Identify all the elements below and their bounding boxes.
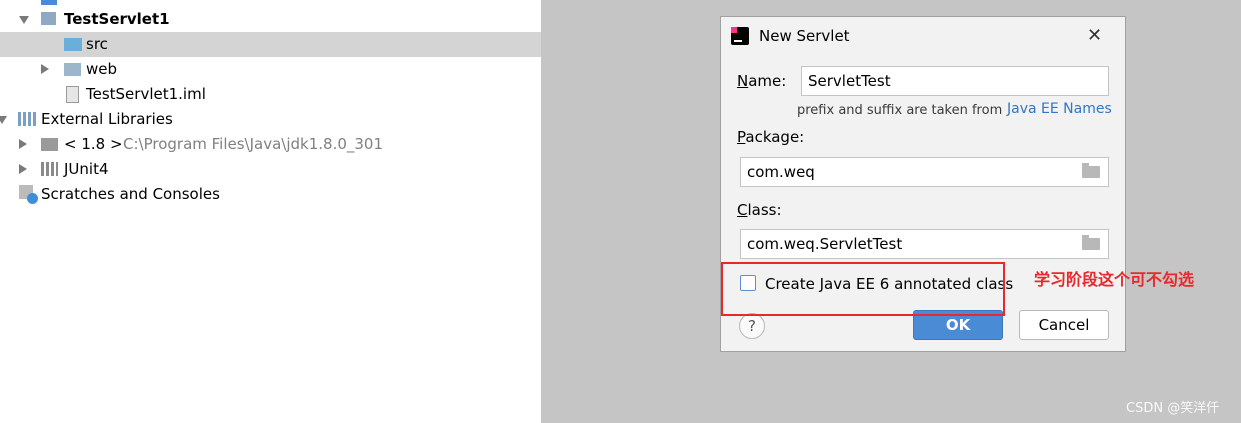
project-tree: TestServlet1 src web TestServlet1.iml Ex… — [0, 0, 541, 423]
tree-item-web[interactable]: web — [0, 57, 541, 82]
file-icon — [66, 86, 79, 103]
collapse-arrow-icon[interactable] — [19, 139, 27, 149]
hint-text: prefix and suffix are taken from — [797, 103, 1003, 118]
collapse-arrow-icon[interactable] — [19, 164, 27, 174]
class-input[interactable]: com.weq.ServletTest — [740, 229, 1109, 259]
tree-item-src[interactable]: src — [0, 32, 541, 57]
tree-item-label: TestServlet1 — [64, 10, 170, 28]
class-label: Class: — [737, 201, 782, 219]
tree-item-label: Scratches and Consoles — [41, 185, 220, 203]
expand-arrow-icon[interactable] — [19, 16, 29, 24]
tree-item-iml[interactable]: TestServlet1.iml — [0, 82, 541, 107]
java-ee-names-link[interactable]: Java EE Names — [1007, 101, 1112, 117]
tree-item-jdk[interactable]: < 1.8 > C:\Program Files\Java\jdk1.8.0_3… — [0, 132, 541, 157]
tree-item-label: < 1.8 > — [64, 135, 123, 153]
intellij-logo-icon — [731, 27, 749, 45]
tree-item-testservlet1[interactable]: TestServlet1 — [0, 7, 541, 32]
watermark: CSDN @笑洋仟 — [1126, 401, 1220, 416]
tree-item-label: External Libraries — [41, 110, 173, 128]
jdk-path: C:\Program Files\Java\jdk1.8.0_301 — [123, 135, 384, 153]
highlight-box — [721, 262, 1005, 316]
tree-item-label: src — [86, 35, 108, 53]
cancel-button[interactable]: Cancel — [1019, 310, 1109, 340]
tree-item-external-libraries[interactable]: External Libraries — [0, 107, 541, 132]
clock-icon — [27, 193, 38, 204]
module-icon-partial — [41, 0, 57, 5]
close-icon[interactable]: ✕ — [1087, 25, 1102, 46]
tree-item-scratches[interactable]: Scratches and Consoles — [0, 182, 541, 207]
web-folder-icon — [64, 63, 81, 76]
name-label: Name: — [737, 72, 787, 90]
help-icon[interactable]: ? — [739, 313, 765, 339]
folder-icon[interactable] — [1082, 235, 1100, 250]
tree-item-label: JUnit4 — [64, 160, 109, 178]
folder-icon[interactable] — [1082, 163, 1100, 178]
collapse-arrow-icon[interactable] — [41, 64, 49, 74]
name-input[interactable]: ServletTest — [801, 66, 1109, 96]
jdk-folder-icon — [41, 138, 58, 151]
library-icon — [41, 162, 58, 176]
libraries-icon — [18, 112, 36, 126]
tree-item-junit4[interactable]: JUnit4 — [0, 157, 541, 182]
package-label: Package: — [737, 128, 805, 146]
module-folder-icon — [41, 12, 56, 25]
source-folder-icon — [64, 38, 82, 51]
tree-item-label: web — [86, 60, 118, 78]
annotation-text: 学习阶段这个可不勾选 — [1034, 270, 1195, 289]
package-input[interactable]: com.weq — [740, 157, 1109, 187]
dialog-title: New Servlet — [759, 27, 850, 45]
tree-item-label: TestServlet1.iml — [86, 85, 206, 103]
expand-arrow-icon[interactable] — [0, 116, 7, 124]
